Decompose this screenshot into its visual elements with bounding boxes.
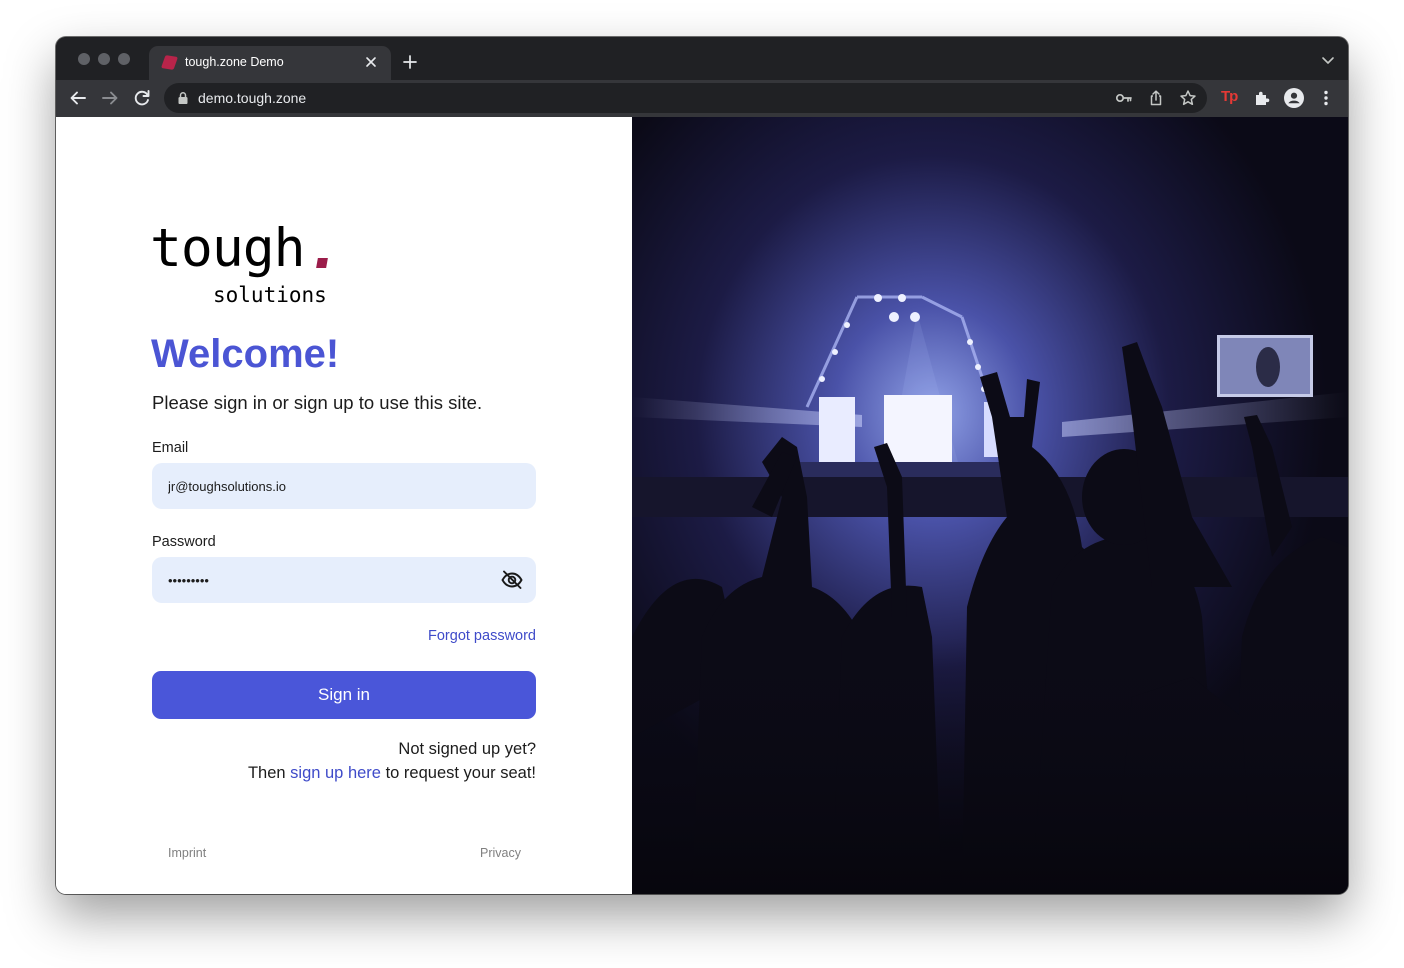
puzzle-icon[interactable] — [1251, 87, 1273, 109]
tp-extension-icon[interactable]: Tp — [1219, 87, 1241, 109]
privacy-link[interactable]: Privacy — [480, 846, 521, 860]
browser-tab-active[interactable]: tough.zone Demo — [149, 46, 391, 80]
logo-dot — [316, 258, 328, 268]
lock-icon[interactable] — [177, 91, 189, 105]
window-close-dot[interactable] — [78, 53, 90, 65]
tab-title: tough.zone Demo — [185, 55, 284, 69]
arrow-right-icon[interactable] — [99, 87, 121, 109]
plus-icon[interactable] — [399, 51, 421, 73]
url-text: demo.tough.zone — [198, 90, 307, 106]
hero-image — [632, 117, 1348, 894]
signup-prefix: Then — [247, 764, 291, 782]
signup-prompt: Not signed up yet? Then sign up here to … — [248, 737, 536, 785]
star-icon[interactable] — [1179, 89, 1197, 107]
password-label: Password — [152, 534, 216, 550]
signup-suffix: to request your seat! — [380, 764, 536, 782]
address-bar[interactable]: demo.tough.zone — [164, 83, 1207, 113]
page-subtitle: Please sign in or sign up to use this si… — [152, 392, 483, 413]
browser-window: tough.zone Demo demo.tough.zone Tp tough… — [56, 37, 1348, 894]
email-label: Email — [152, 440, 189, 456]
chevron-down-icon[interactable] — [1320, 52, 1336, 68]
share-icon[interactable] — [1147, 89, 1165, 107]
window-minimize-dot[interactable] — [98, 53, 110, 65]
email-field[interactable] — [152, 463, 536, 509]
tough-favicon-icon — [160, 55, 179, 70]
concert-crowd-photo — [632, 117, 1348, 894]
page-title: Welcome! — [151, 332, 340, 376]
page-content: tough solutions Welcome! Please sign in … — [56, 117, 1348, 894]
logo-word: tough — [150, 218, 306, 279]
signup-line-2: Then sign up here to request your seat! — [248, 761, 536, 785]
sign-up-link[interactable]: sign up here — [290, 764, 381, 782]
tp-extension-label: Tp — [1221, 88, 1238, 105]
sign-in-button[interactable]: Sign in — [152, 671, 536, 719]
forgot-password-link[interactable]: Forgot password — [428, 628, 536, 644]
password-field[interactable] — [152, 557, 536, 603]
login-panel: tough solutions Welcome! Please sign in … — [56, 117, 632, 894]
browser-toolbar: demo.tough.zone Tp — [56, 80, 1348, 117]
reload-icon[interactable] — [131, 87, 153, 109]
window-zoom-dot[interactable] — [118, 53, 130, 65]
more-vert-icon[interactable] — [1315, 87, 1337, 109]
imprint-link[interactable]: Imprint — [168, 846, 206, 860]
profile-icon[interactable] — [1283, 87, 1305, 109]
close-icon[interactable] — [361, 52, 381, 72]
logo-subtitle: solutions — [213, 283, 327, 307]
eye-off-icon[interactable] — [500, 568, 524, 592]
tab-strip: tough.zone Demo — [56, 37, 1348, 80]
arrow-left-icon[interactable] — [67, 87, 89, 109]
key-icon[interactable] — [1115, 89, 1133, 107]
signup-line-1: Not signed up yet? — [398, 740, 536, 758]
